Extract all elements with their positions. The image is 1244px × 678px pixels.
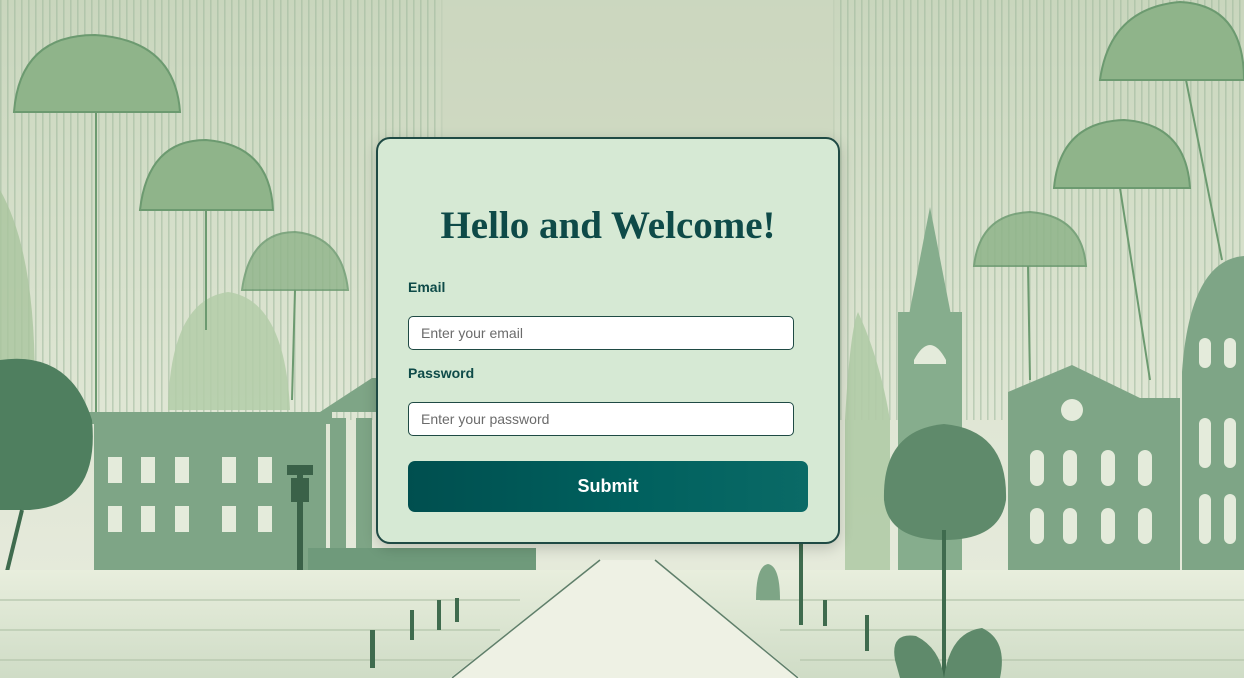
submit-button[interactable]: Submit [408, 461, 808, 512]
email-label: Email [408, 279, 446, 295]
welcome-title: Hello and Welcome! [440, 204, 776, 247]
email-input[interactable] [408, 316, 794, 350]
password-label: Password [408, 365, 475, 381]
login-card: Hello and Welcome! Email Password Submit [376, 137, 840, 544]
password-input[interactable] [408, 402, 794, 436]
